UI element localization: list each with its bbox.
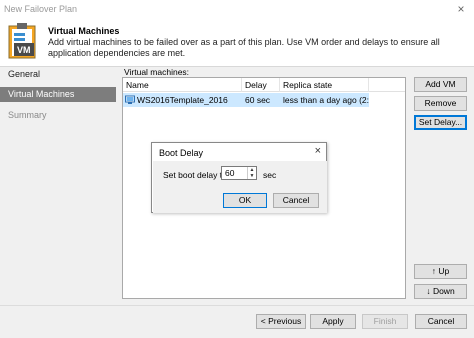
vm-list-header: Name Delay Replica state [123,78,405,92]
vm-name: WS2016Template_2016 [137,95,228,105]
title-bar: New Failover Plan × [0,0,474,20]
finish-button[interactable]: Finish [362,314,408,329]
remove-button[interactable]: Remove [414,96,467,111]
window-title: New Failover Plan [4,4,78,14]
boot-delay-value[interactable]: 60 [225,168,234,178]
move-up-label: Up [438,266,450,276]
dialog-ok-button[interactable]: OK [223,193,267,208]
column-delay[interactable]: Delay [242,78,280,92]
previous-button[interactable]: < Previous [256,314,306,329]
stepper-buttons: ▲ ▼ [247,167,256,179]
page-description: Add virtual machines to be failed over a… [48,37,440,58]
boot-delay-dialog: Boot Delay × Set boot delay to: 60 ▲ ▼ s… [151,142,327,213]
dialog-close-icon[interactable]: × [315,145,321,157]
page-title: Virtual Machines [48,26,120,36]
column-replica-state[interactable]: Replica state [280,78,369,92]
vm-list-label: Virtual machines: [124,67,190,77]
wizard-header: VM Virtual Machines Add virtual machines… [0,20,474,67]
dialog-body: Set boot delay to: 60 ▲ ▼ sec OK Cancel [153,161,327,213]
dialog-cancel-button[interactable]: Cancel [273,193,319,208]
vm-icon [125,95,135,104]
svg-text:VM: VM [17,45,31,55]
window-close-icon[interactable]: × [454,2,468,16]
table-row[interactable]: WS2016Template_2016 60 sec less than a d… [123,93,369,107]
set-delay-button[interactable]: Set Delay... [414,115,467,130]
column-name[interactable]: Name [123,78,242,92]
move-down-button[interactable]: ↓ Down [414,284,467,299]
vm-clipboard-icon: VM [8,23,36,59]
stepper-down-icon[interactable]: ▼ [248,173,256,179]
move-up-button[interactable]: ↑ Up [414,264,467,279]
boot-delay-stepper[interactable]: 60 ▲ ▼ [221,166,257,180]
vm-delay: 60 sec [245,95,271,105]
arrow-up-icon: ↑ [431,266,436,276]
step-general[interactable]: General [0,67,116,82]
wizard-steps: General Virtual Machines Summary [0,67,116,305]
arrow-down-icon: ↓ [426,286,431,296]
boot-delay-unit: sec [263,170,277,180]
step-virtual-machines[interactable]: Virtual Machines [0,87,116,102]
boot-delay-label: Set boot delay to: [163,170,230,180]
add-vm-button[interactable]: Add VM [414,77,467,92]
step-summary[interactable]: Summary [0,108,116,123]
dialog-title: Boot Delay [159,148,204,158]
vm-replica-state: less than a day ago (2:2... [283,95,369,105]
move-down-label: Down [432,286,455,296]
cancel-button[interactable]: Cancel [415,314,467,329]
apply-button[interactable]: Apply [310,314,356,329]
